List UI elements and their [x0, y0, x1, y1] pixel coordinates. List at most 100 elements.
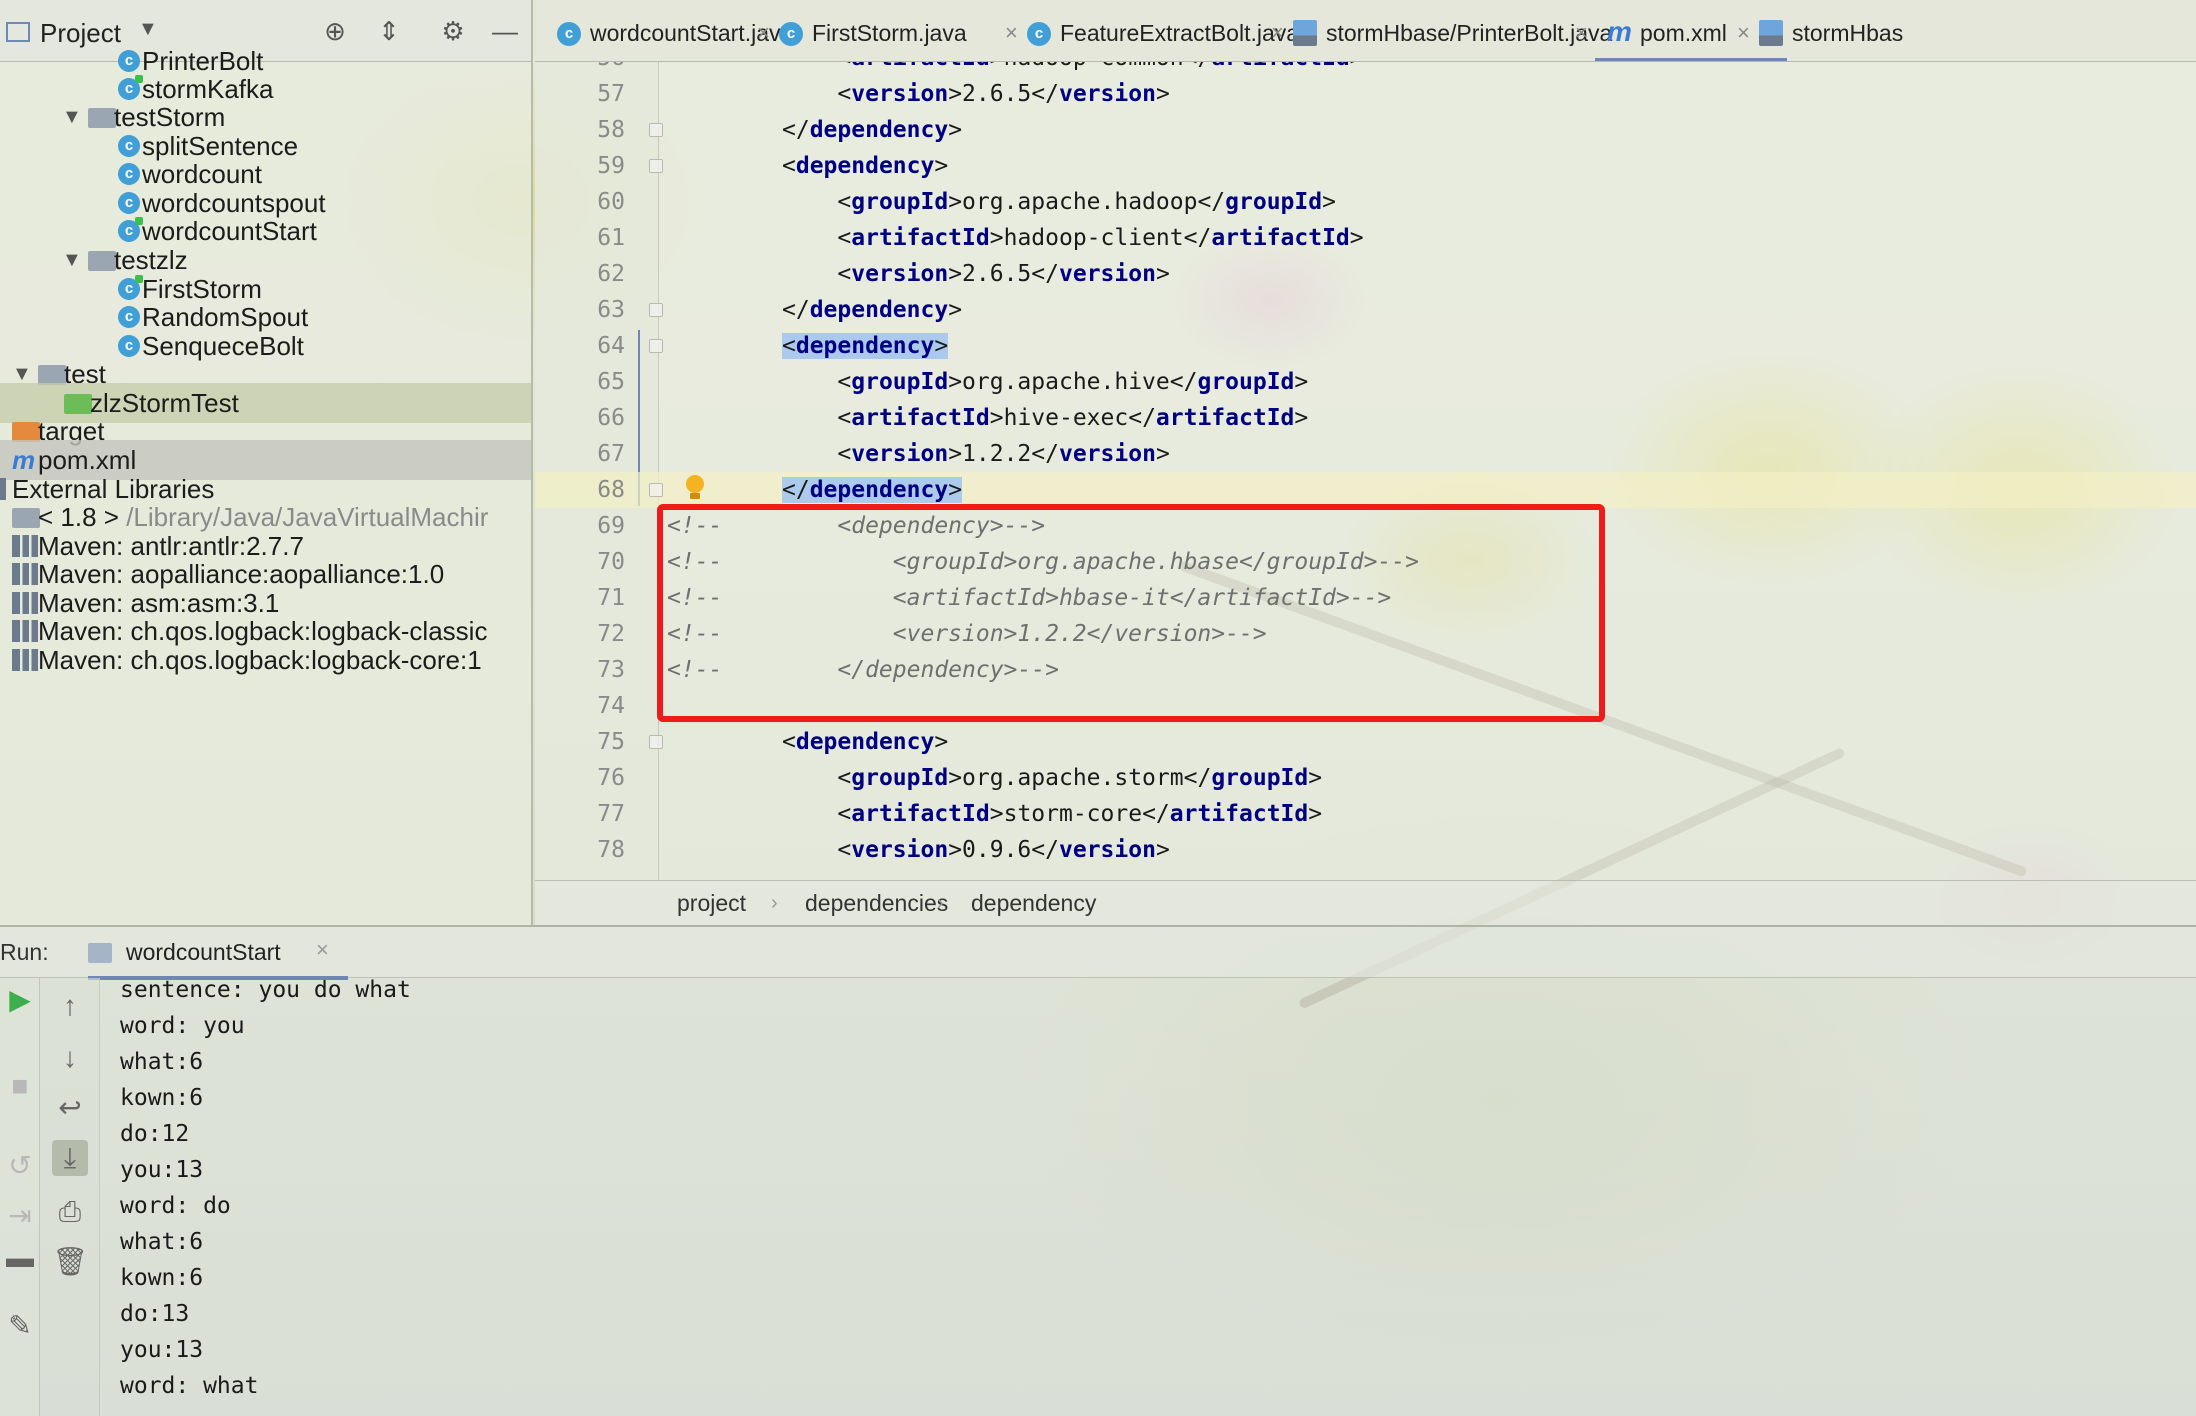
class-icon: c — [118, 163, 140, 185]
code-line: 59 <dependency> — [535, 148, 2196, 184]
xml-tag: <artifactId> — [837, 225, 1004, 251]
run-label: Run: — [0, 939, 49, 965]
close-icon[interactable]: × — [1575, 0, 1588, 61]
console-line: what:6 — [120, 1049, 204, 1075]
fold-marker-icon[interactable] — [649, 735, 663, 749]
arrow-up-icon[interactable]: ↑ — [52, 988, 88, 1024]
line-number: 73 — [597, 657, 625, 683]
code-text: <version>2.6.5</version> — [782, 256, 1169, 292]
run-config-icon — [88, 943, 112, 963]
run-tab-wordcountstart[interactable]: wordcountStart × — [88, 927, 348, 980]
xml-tag: <artifactId> — [837, 62, 1003, 71]
code-text: <dependency> — [782, 328, 949, 364]
tree-item-label: Maven: ch.qos.logback:logback-core:1 — [38, 645, 482, 675]
tab-stormhbas[interactable]: stormHbas — [1747, 0, 1947, 61]
line-number: 77 — [597, 801, 625, 827]
chevron-down-icon[interactable]: ▼ — [138, 18, 158, 41]
breadcrumb-item-dependencies[interactable]: dependencies — [805, 881, 948, 926]
code-line: 63 </dependency> — [535, 292, 2196, 328]
trash-icon[interactable]: 🗑 — [52, 1244, 88, 1280]
tab-label: pom.xml — [1640, 20, 1727, 46]
xml-value: hive-exec — [1003, 405, 1129, 431]
tab-label: FeatureExtractBolt.java — [1060, 20, 1300, 46]
console-output[interactable]: sentence: you do what word: you what:6 kown… — [100, 978, 2196, 1416]
lightbulb-icon[interactable] — [685, 475, 705, 503]
class-icon: c — [118, 306, 140, 328]
package-icon — [88, 108, 116, 128]
run-tab-label: wordcountStart — [126, 939, 281, 965]
code-text: <version>1.2.2</version> — [782, 436, 1169, 472]
stop-icon[interactable]: ■ — [2, 1068, 38, 1104]
run-toolbar-secondary: ↑ ↓ ↩ ⤓ ⎙ 🗑 — [40, 978, 100, 1416]
runnable-class-icon: c — [118, 217, 143, 242]
code-line: 60 <groupId>org.apache.hadoop</groupId> — [535, 184, 2196, 220]
line-number: 64 — [597, 333, 625, 359]
xml-tag: <version> — [837, 837, 963, 863]
console-line: kown:6 — [120, 1085, 204, 1111]
line-number: 69 — [597, 513, 625, 539]
console-line: word: you — [120, 1013, 245, 1039]
xml-value: storm-core — [1003, 801, 1143, 827]
code-line: 66 <artifactId>hive-exec</artifactId> — [535, 400, 2196, 436]
project-tool-window: Project ▼ ⊕ ⇕ ⚙ — c PrinterBolt c stormKafk… — [0, 0, 533, 925]
runnable-class-icon: c — [779, 22, 803, 46]
code-line: 68 </dependency> — [535, 472, 2196, 508]
breadcrumb-item-project[interactable]: project — [677, 881, 746, 926]
restore-layout-icon[interactable]: ↺ — [2, 1148, 38, 1184]
xml-tag: <version> — [837, 81, 963, 107]
tab-label: stormHbas — [1792, 20, 1904, 46]
code-line: 67 <version>1.2.2</version> — [535, 436, 2196, 472]
jdk-icon — [12, 508, 40, 528]
library-icon — [12, 649, 38, 671]
xml-tag: </version> — [1031, 837, 1170, 863]
tree-item-maven-ch-qos-logback-logback-core-1[interactable]: Maven: ch.qos.logback:logback-core:1 — [0, 640, 531, 680]
package-icon — [88, 251, 116, 271]
layout-icon[interactable]: ▬ — [2, 1240, 38, 1276]
class-icon: c — [1027, 22, 1051, 46]
run-tool-window-header: Run: wordcountStart × — [0, 925, 2196, 980]
xml-tag: <groupId> — [837, 369, 963, 395]
code-text: <groupId>org.apache.hive</groupId> — [782, 364, 1308, 400]
console-line: sentence: you do what — [120, 978, 411, 1003]
code-editor[interactable]: 56 <artifactId>hadoop-common</artifactId… — [535, 62, 2196, 880]
scroll-to-end-icon[interactable]: ⤓ — [52, 1140, 88, 1176]
fold-marker-icon[interactable] — [649, 339, 663, 353]
xml-value: 0.9.6 — [962, 837, 1032, 863]
tab-featureextractbolt-java[interactable]: c FeatureExtractBolt.java × — [1015, 0, 1321, 61]
close-icon[interactable]: × — [316, 937, 329, 963]
tab-firststorm-java[interactable]: c FirstStorm.java × — [767, 0, 1055, 61]
fold-marker-icon[interactable] — [649, 123, 663, 137]
code-text: <artifactId>hive-exec</artifactId> — [782, 400, 1308, 436]
java-file-icon — [1293, 20, 1317, 46]
excluded-folder-icon — [12, 422, 40, 442]
breadcrumb-item-dependency[interactable]: dependency — [971, 881, 1096, 926]
xml-tag: <version> — [837, 441, 963, 467]
pin-icon[interactable]: ✎ — [2, 1308, 38, 1344]
code-text: <artifactId>storm-core</artifactId> — [782, 796, 1322, 832]
fold-marker-icon[interactable] — [649, 483, 663, 497]
console-line: you:13 — [120, 1157, 204, 1183]
fold-marker-icon[interactable] — [649, 303, 663, 317]
code-text: </dependency> — [782, 472, 963, 508]
xml-value: org.apache.hadoop — [962, 189, 1198, 215]
code-text: <artifactId>hadoop-client</artifactId> — [782, 220, 1363, 256]
code-text: <dependency> — [782, 724, 948, 760]
print-icon[interactable]: ⎙ — [52, 1194, 88, 1230]
exit-icon[interactable]: ⇥ — [2, 1198, 38, 1234]
code-text: </dependency> — [782, 292, 962, 328]
library-icon — [12, 563, 38, 585]
line-number: 58 — [597, 117, 625, 143]
tab-stormhbase-printerbolt-java[interactable]: stormHbase/PrinterBolt.java × — [1281, 0, 1625, 61]
soft-wrap-icon[interactable]: ↩ — [52, 1090, 88, 1126]
xml-tag: <dependency> — [782, 333, 949, 359]
library-icon — [12, 620, 38, 642]
arrow-down-icon[interactable]: ↓ — [52, 1040, 88, 1076]
rerun-icon[interactable]: ▶ — [2, 982, 38, 1018]
maven-icon: m — [1607, 16, 1632, 47]
fold-marker-icon[interactable] — [649, 159, 663, 173]
xml-tag: </artifactId> — [1128, 405, 1309, 431]
java-file-icon — [1759, 20, 1783, 46]
xml-tag: <dependency> — [782, 153, 949, 179]
xml-tag: <groupId> — [837, 765, 963, 791]
line-number: 75 — [597, 729, 625, 755]
